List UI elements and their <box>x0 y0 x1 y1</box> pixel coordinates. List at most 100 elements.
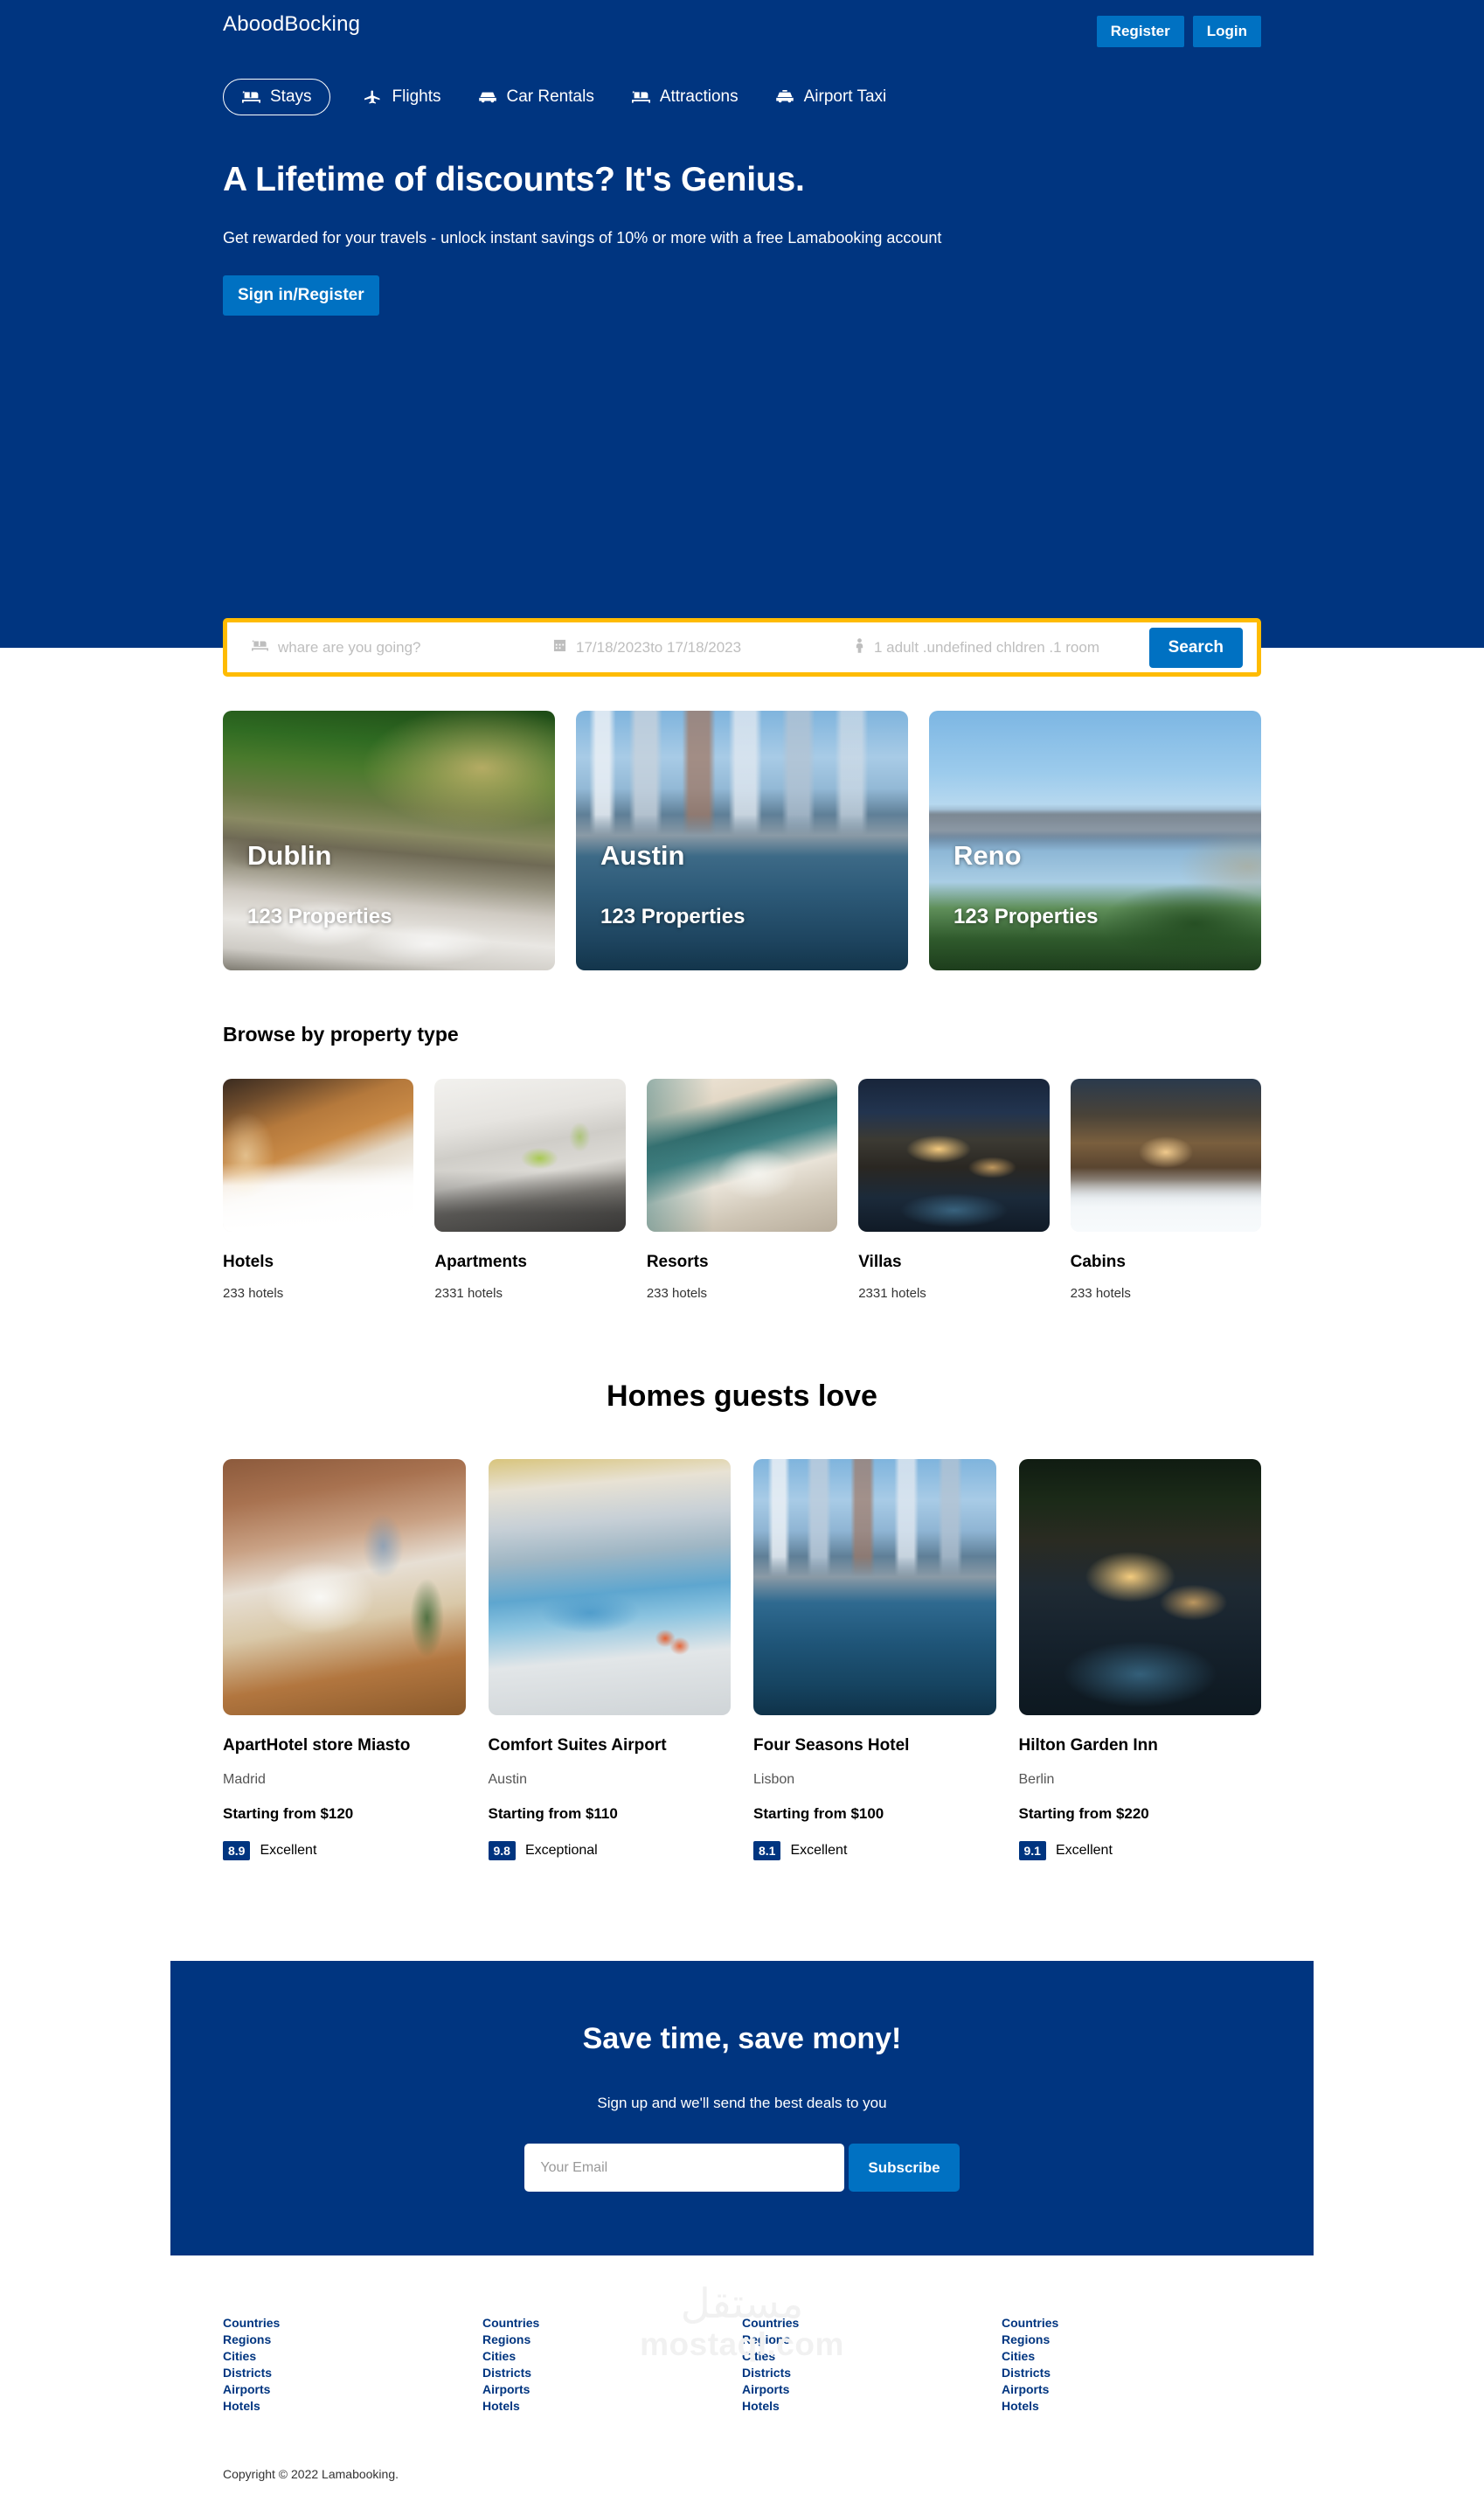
nav-label: Flights <box>392 87 441 106</box>
footer-link-countries[interactable]: Countries <box>1002 2315 1261 2332</box>
property-type-count: 233 hotels <box>1070 1286 1131 1301</box>
nav-item-airport-taxi[interactable]: Airport Taxi <box>772 80 891 115</box>
property-type-item[interactable]: Villas 2331 hotels <box>858 1079 1050 1301</box>
rating-text: Excellent <box>790 1843 848 1858</box>
nav-label: Stays <box>270 87 312 106</box>
copyright-text: Copyright © 2022 Lamabooking. <box>223 2467 399 2481</box>
footer-link-columns: Countries Regions Cities Districts Airpo… <box>223 2315 1261 2415</box>
subscribe-button[interactable]: Subscribe <box>849 2144 960 2192</box>
footer-link-districts[interactable]: Districts <box>482 2365 742 2381</box>
login-button[interactable]: Login <box>1192 16 1261 47</box>
rating-badge: 9.8 <box>488 1841 516 1860</box>
home-name: Comfort Suites Airport <box>488 1736 667 1755</box>
calendar-icon <box>553 638 566 657</box>
footer-link-districts[interactable]: Districts <box>742 2365 1002 2381</box>
site-footer: مستقل mostaql.com Countries Regions Citi… <box>223 2255 1261 2509</box>
home-name: Hilton Garden Inn <box>1018 1736 1158 1755</box>
footer-link-hotels[interactable]: Hotels <box>223 2398 482 2415</box>
site-header: AboodBocking Register Login Stays Flight… <box>0 0 1484 677</box>
featured-card[interactable]: Reno 123 Properties <box>929 711 1261 970</box>
featured-property-count: 123 Properties <box>247 905 392 928</box>
home-price: Starting from $220 <box>1018 1805 1149 1822</box>
resort-room-photo <box>646 1079 838 1232</box>
property-type-name: Apartments <box>434 1253 527 1271</box>
nav-item-stays[interactable]: Stays <box>223 79 330 115</box>
footer-link-districts[interactable]: Districts <box>1002 2365 1261 2381</box>
site-logo[interactable]: AboodBocking <box>223 12 360 37</box>
home-price: Starting from $120 <box>223 1805 354 1822</box>
footer-link-hotels[interactable]: Hotels <box>742 2398 1002 2415</box>
footer-column: Countries Regions Cities Districts Airpo… <box>742 2315 1002 2415</box>
home-city: Lisbon <box>753 1772 795 1787</box>
footer-link-hotels[interactable]: Hotels <box>1002 2398 1261 2415</box>
home-rating: 8.1 Excellent <box>753 1841 996 1860</box>
primary-nav: Stays Flights Car Rentals Attractions Ai… <box>223 79 1261 115</box>
hotel-pool-photo <box>488 1459 731 1715</box>
footer-link-regions[interactable]: Regions <box>1002 2332 1261 2348</box>
footer-link-countries[interactable]: Countries <box>223 2315 482 2332</box>
property-type-count: 2331 hotels <box>858 1286 926 1301</box>
footer-link-cities[interactable]: Cities <box>223 2348 482 2365</box>
featured-city-name: Reno <box>954 840 1022 871</box>
home-card[interactable]: ApartHotel store Miasto Madrid Starting … <box>223 1459 466 1860</box>
footer-link-airports[interactable]: Airports <box>223 2381 482 2398</box>
home-name: Four Seasons Hotel <box>753 1736 910 1755</box>
brick-bedroom-photo <box>223 1459 466 1715</box>
hero-title: A Lifetime of discounts? It's Genius. <box>223 161 805 198</box>
footer-link-countries[interactable]: Countries <box>482 2315 742 2332</box>
homes-heading: Homes guests love <box>607 1380 877 1413</box>
homes-list: ApartHotel store Miasto Madrid Starting … <box>223 1459 1261 1860</box>
home-price: Starting from $110 <box>488 1805 618 1822</box>
rating-text: Exceptional <box>524 1843 598 1858</box>
apartment-kitchen-photo <box>434 1079 626 1232</box>
search-destination-field[interactable]: whare are you going? <box>252 639 553 657</box>
home-city: Berlin <box>1018 1772 1055 1787</box>
footer-link-regions[interactable]: Regions <box>742 2332 1002 2348</box>
email-input[interactable] <box>524 2144 845 2192</box>
search-button[interactable]: Search <box>1148 627 1243 668</box>
footer-link-airports[interactable]: Airports <box>482 2381 742 2398</box>
nav-item-attractions[interactable]: Attractions <box>628 80 742 115</box>
auth-button-group: Register Login <box>1096 12 1261 47</box>
footer-column: Countries Regions Cities Districts Airpo… <box>482 2315 742 2415</box>
footer-link-airports[interactable]: Airports <box>1002 2381 1261 2398</box>
newsletter-form: Subscribe <box>170 2144 1314 2192</box>
property-type-item[interactable]: Cabins 233 hotels <box>1070 1079 1262 1301</box>
home-card[interactable]: Four Seasons Hotel Lisbon Starting from … <box>753 1459 996 1860</box>
property-type-name: Cabins <box>1070 1253 1126 1271</box>
footer-link-cities[interactable]: Cities <box>1002 2348 1261 2365</box>
search-bar: whare are you going? 17/18/2023to 17/18/… <box>223 618 1261 677</box>
nav-item-flights[interactable]: Flights <box>360 80 445 115</box>
footer-link-airports[interactable]: Airports <box>742 2381 1002 2398</box>
footer-link-countries[interactable]: Countries <box>742 2315 1002 2332</box>
home-name: ApartHotel store Miasto <box>223 1736 411 1755</box>
newsletter-description: Sign up and we'll send the best deals to… <box>597 2095 887 2111</box>
footer-link-regions[interactable]: Regions <box>482 2332 742 2348</box>
home-card[interactable]: Comfort Suites Airport Austin Starting f… <box>488 1459 731 1860</box>
property-type-count: 2331 hotels <box>434 1286 503 1301</box>
home-card[interactable]: Hilton Garden Inn Berlin Starting from $… <box>1018 1459 1261 1860</box>
footer-link-regions[interactable]: Regions <box>223 2332 482 2348</box>
featured-city-name: Austin <box>600 840 685 871</box>
cabin-snow-photo <box>1070 1079 1262 1232</box>
rating-badge: 8.1 <box>753 1841 781 1860</box>
footer-link-cities[interactable]: Cities <box>742 2348 1002 2365</box>
footer-link-hotels[interactable]: Hotels <box>482 2398 742 2415</box>
property-type-item[interactable]: Apartments 2331 hotels <box>434 1079 626 1301</box>
featured-card[interactable]: Austin 123 Properties <box>576 711 908 970</box>
hero-signin-register-button[interactable]: Sign in/Register <box>223 275 379 316</box>
plane-icon <box>364 88 384 106</box>
hero-section: A Lifetime of discounts? It's Genius. Ge… <box>223 161 1261 316</box>
search-date-field[interactable]: 17/18/2023to 17/18/2023 <box>553 638 855 657</box>
property-type-item[interactable]: Resorts 233 hotels <box>646 1079 838 1301</box>
register-button[interactable]: Register <box>1096 16 1184 47</box>
villa-night-photo <box>858 1079 1050 1232</box>
nav-item-car-rentals[interactable]: Car Rentals <box>475 80 598 115</box>
property-type-item[interactable]: Hotels 233 hotels <box>223 1079 414 1301</box>
footer-link-districts[interactable]: Districts <box>223 2365 482 2381</box>
bed-icon <box>241 88 261 106</box>
search-options-value: 1 adult .undefined chldren .1 room <box>874 638 1100 656</box>
search-options-field[interactable]: 1 adult .undefined chldren .1 room <box>855 637 1149 657</box>
featured-card[interactable]: Dublin 123 Properties <box>223 711 555 970</box>
footer-link-cities[interactable]: Cities <box>482 2348 742 2365</box>
